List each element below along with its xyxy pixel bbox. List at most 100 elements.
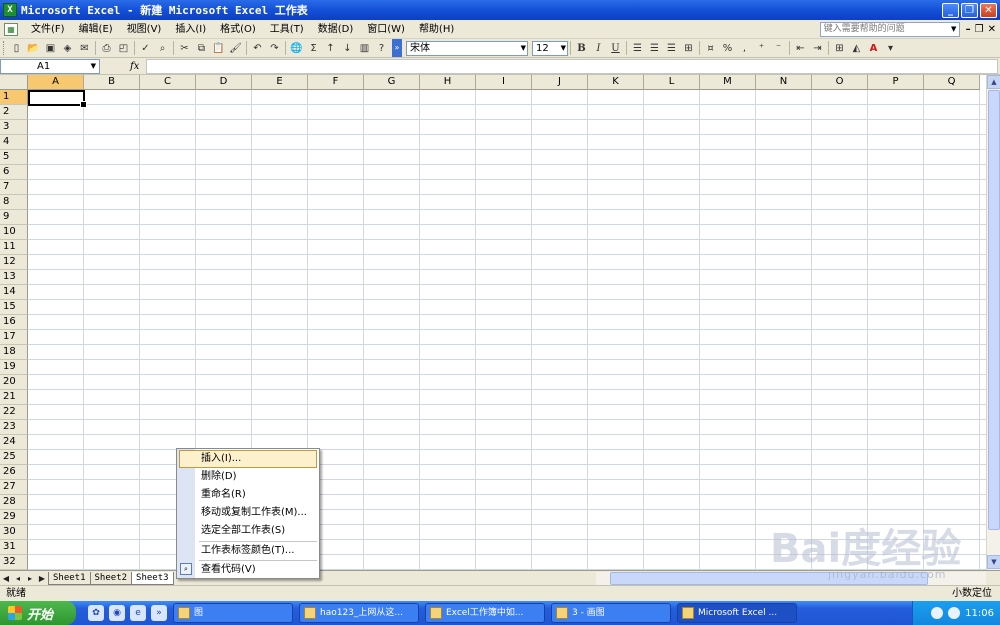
font-name-select[interactable]: 宋体 ▼	[406, 40, 528, 56]
sheet-tab-sheet2[interactable]: Sheet2	[89, 571, 133, 585]
desktop-icon[interactable]: ◉	[109, 605, 125, 621]
italic-button[interactable]: I	[590, 40, 607, 56]
menu-item-tab-color[interactable]: 工作表标签颜色(T)...	[179, 542, 317, 560]
row-header[interactable]: 4	[0, 135, 28, 150]
row-header[interactable]: 20	[0, 375, 28, 390]
sort-descending-icon[interactable]: ↓	[339, 40, 356, 56]
decrease-decimal-icon[interactable]: ⁻	[770, 40, 787, 56]
chevron-down-icon[interactable]: ▼	[561, 42, 566, 55]
column-header[interactable]: P	[868, 75, 924, 90]
network-icon[interactable]	[931, 607, 944, 619]
active-cell-a1[interactable]	[28, 90, 87, 108]
percent-button[interactable]: %	[719, 40, 736, 56]
scroll-down-icon[interactable]: ▼	[987, 555, 1000, 569]
select-all-corner[interactable]	[0, 75, 28, 90]
menu-data[interactable]: 数据(D)	[311, 21, 361, 38]
name-box[interactable]: A1 ▼	[0, 58, 100, 74]
chevron-down-icon[interactable]: ▼	[521, 42, 526, 55]
task-button-folder[interactable]: 图	[173, 603, 293, 623]
copy-icon[interactable]: ⧉	[193, 40, 210, 56]
column-header[interactable]: O	[812, 75, 868, 90]
scroll-up-icon[interactable]: ▲	[987, 75, 1000, 89]
row-header[interactable]: 7	[0, 180, 28, 195]
undo-icon[interactable]: ↶	[249, 40, 266, 56]
decrease-indent-icon[interactable]: ⇤	[792, 40, 809, 56]
quick-launch-more-icon[interactable]: »	[151, 605, 167, 621]
increase-decimal-icon[interactable]: ⁺	[753, 40, 770, 56]
row-header[interactable]: 6	[0, 165, 28, 180]
task-button-paint[interactable]: 3 - 画图	[551, 603, 671, 623]
merge-center-icon[interactable]: ⊞	[680, 40, 697, 56]
column-header[interactable]: I	[476, 75, 532, 90]
column-header[interactable]: G	[364, 75, 420, 90]
increase-indent-icon[interactable]: ⇥	[809, 40, 826, 56]
menu-item-move-copy[interactable]: 移动或复制工作表(M)...	[179, 504, 317, 522]
row-header[interactable]: 16	[0, 315, 28, 330]
row-header[interactable]: 26	[0, 465, 28, 480]
column-header[interactable]: M	[700, 75, 756, 90]
spelling-icon[interactable]: ✓	[137, 40, 154, 56]
menu-edit[interactable]: 编辑(E)	[72, 21, 120, 38]
column-header[interactable]: K	[588, 75, 644, 90]
row-header[interactable]: 29	[0, 510, 28, 525]
column-header[interactable]: N	[756, 75, 812, 90]
menu-help[interactable]: 帮助(H)	[412, 21, 461, 38]
bold-button[interactable]: B	[573, 40, 590, 56]
sheet-tab-sheet1[interactable]: Sheet1	[48, 571, 91, 585]
fill-color-icon[interactable]: ◭	[848, 40, 865, 56]
row-header[interactable]: 8	[0, 195, 28, 210]
workbook-icon[interactable]: ▦	[4, 22, 18, 36]
paste-icon[interactable]: 📋	[210, 40, 227, 56]
open-icon[interactable]: 📂	[25, 40, 42, 56]
menu-item-delete[interactable]: 删除(D)	[179, 468, 317, 486]
next-sheet-icon[interactable]: ▸	[24, 574, 36, 583]
toolbar-options-icon[interactable]: »	[392, 39, 402, 57]
doc-restore-button[interactable]: ❐	[975, 24, 984, 35]
row-header[interactable]: 18	[0, 345, 28, 360]
column-header[interactable]: B	[84, 75, 140, 90]
menu-view[interactable]: 视图(V)	[120, 21, 169, 38]
toolbar-options-icon[interactable]: ▾	[882, 40, 899, 56]
row-header[interactable]: 27	[0, 480, 28, 495]
row-header[interactable]: 11	[0, 240, 28, 255]
save-icon[interactable]: ▣	[42, 40, 59, 56]
row-header[interactable]: 31	[0, 540, 28, 555]
row-header[interactable]: 15	[0, 300, 28, 315]
close-button[interactable]: ✕	[980, 2, 997, 18]
task-button-browser[interactable]: hao123_上网从这...	[299, 603, 419, 623]
column-header[interactable]: H	[420, 75, 476, 90]
minimize-button[interactable]: _	[942, 2, 959, 18]
menu-item-insert[interactable]: 插入(I)...	[179, 450, 317, 468]
column-header[interactable]: Q	[924, 75, 980, 90]
column-header[interactable]: L	[644, 75, 700, 90]
volume-icon[interactable]	[948, 607, 961, 619]
doc-close-button[interactable]: ✕	[988, 24, 996, 35]
borders-icon[interactable]: ⊞	[831, 40, 848, 56]
task-button-word[interactable]: Excel工作簿中如...	[425, 603, 545, 623]
row-header[interactable]: 28	[0, 495, 28, 510]
permission-icon[interactable]: ◈	[59, 40, 76, 56]
redo-icon[interactable]: ↷	[266, 40, 283, 56]
underline-button[interactable]: U	[607, 40, 624, 56]
row-header[interactable]: 21	[0, 390, 28, 405]
email-icon[interactable]: ✉	[76, 40, 93, 56]
chart-wizard-icon[interactable]: ▥	[356, 40, 373, 56]
horizontal-scroll-thumb[interactable]	[610, 572, 928, 585]
row-header[interactable]: 13	[0, 270, 28, 285]
currency-icon[interactable]: ¤	[702, 40, 719, 56]
print-preview-icon[interactable]: ◰	[115, 40, 132, 56]
hyperlink-icon[interactable]: 🌐	[288, 40, 305, 56]
sheet-tab-sheet3[interactable]: Sheet3	[131, 571, 174, 585]
align-center-icon[interactable]: ☰	[646, 40, 663, 56]
row-header[interactable]: 24	[0, 435, 28, 450]
column-header[interactable]: E	[252, 75, 308, 90]
help-icon[interactable]: ?	[373, 40, 390, 56]
menu-insert[interactable]: 插入(I)	[168, 21, 213, 38]
doc-minimize-button[interactable]: –	[966, 24, 971, 35]
horizontal-scrollbar[interactable]	[596, 572, 986, 585]
align-left-icon[interactable]: ☰	[629, 40, 646, 56]
row-header[interactable]: 3	[0, 120, 28, 135]
column-header[interactable]: A	[28, 75, 84, 90]
sort-ascending-icon[interactable]: ↑	[322, 40, 339, 56]
column-header[interactable]: J	[532, 75, 588, 90]
